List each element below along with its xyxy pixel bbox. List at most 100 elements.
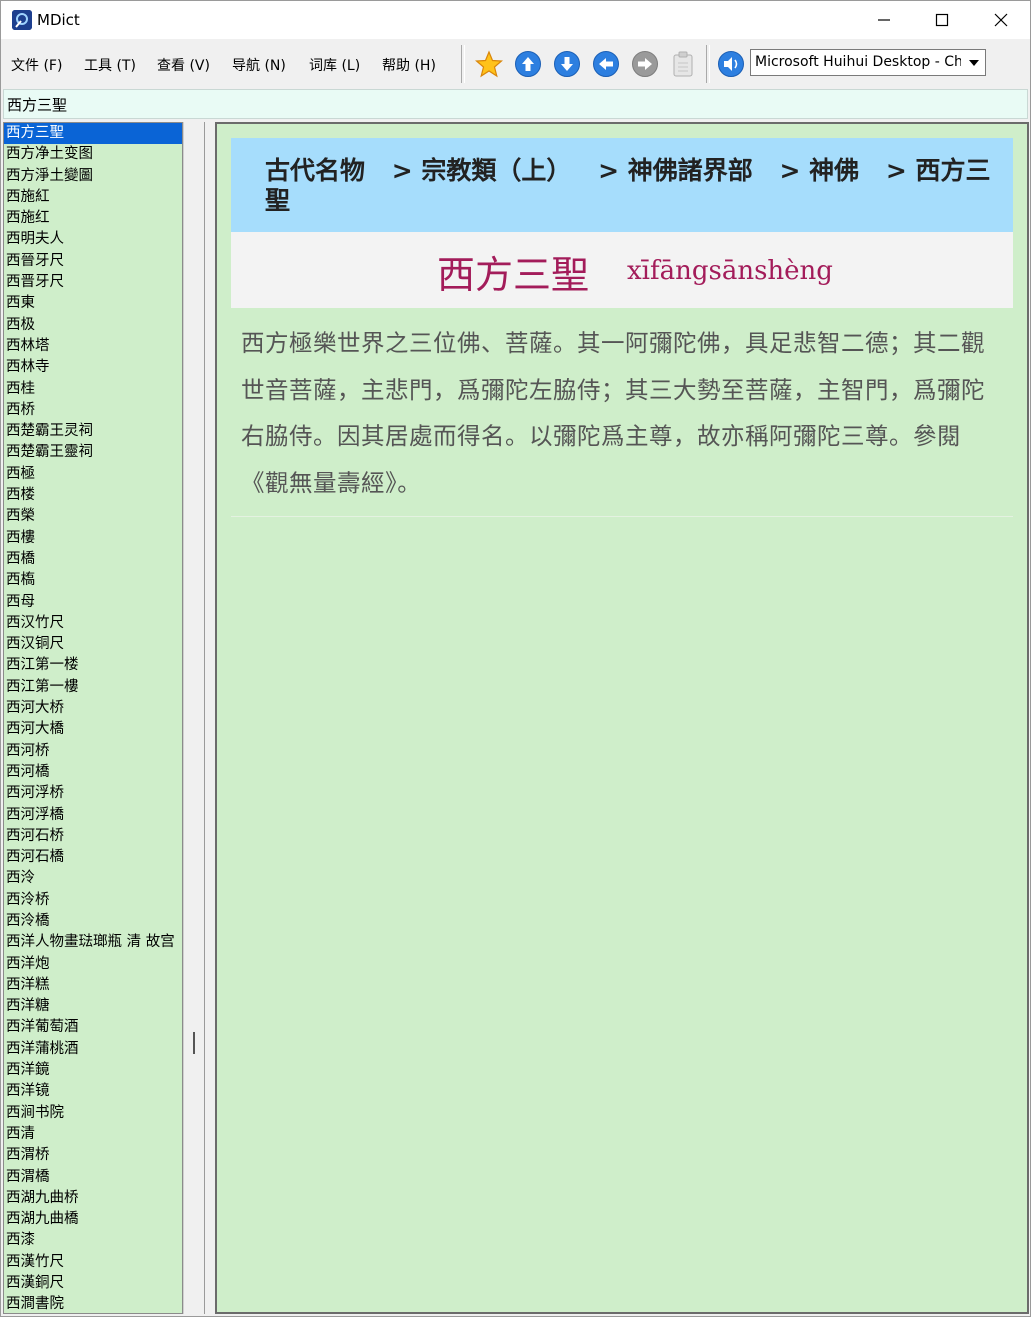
list-item[interactable]: 西楚霸王灵祠 — [4, 421, 182, 442]
list-item[interactable]: 西明夫人 — [4, 229, 182, 250]
previous-word-button[interactable] — [513, 49, 543, 79]
list-item[interactable]: 西河浮桥 — [4, 783, 182, 804]
favorite-button[interactable] — [474, 49, 504, 79]
list-item[interactable]: 西汉铜尺 — [4, 634, 182, 655]
list-item[interactable]: 西湖九曲桥 — [4, 1188, 182, 1209]
arrow-up-icon — [515, 51, 541, 77]
list-item[interactable]: 西泠桥 — [4, 890, 182, 911]
list-item[interactable]: 西洋蒲桃酒 — [4, 1039, 182, 1060]
list-item[interactable]: 西河浮橋 — [4, 805, 182, 826]
pronounce-button[interactable] — [716, 49, 746, 79]
list-item[interactable]: 西泠橋 — [4, 911, 182, 932]
window-title: MDict — [37, 11, 80, 29]
arrow-left-icon — [593, 51, 619, 77]
list-item[interactable]: 西漆 — [4, 1230, 182, 1251]
headword-header: 西方三聖 xīfāngsānshèng — [231, 232, 1013, 308]
close-icon — [994, 13, 1008, 27]
minimize-icon — [878, 19, 890, 21]
menu-library[interactable]: 词库 (L) — [309, 55, 360, 75]
list-item[interactable]: 西漢竹尺 — [4, 1252, 182, 1273]
scrollbar-grip[interactable] — [193, 1032, 195, 1054]
list-item[interactable]: 西晉牙尺 — [4, 251, 182, 272]
list-item[interactable]: 西涧书院 — [4, 1103, 182, 1124]
list-item[interactable]: 西河橋 — [4, 762, 182, 783]
dropdown-button[interactable] — [965, 53, 983, 72]
list-item[interactable]: 西清 — [4, 1124, 182, 1145]
breadcrumb-item[interactable]: 古代名物 — [265, 156, 365, 185]
list-item[interactable]: 西方净土变图 — [4, 144, 182, 165]
list-item[interactable]: 西澗書院 — [4, 1294, 182, 1313]
list-item[interactable]: 西洋糕 — [4, 975, 182, 996]
menu-tools[interactable]: 工具 (T) — [84, 55, 136, 75]
list-item[interactable]: 西槗 — [4, 570, 182, 591]
maximize-icon — [935, 13, 949, 27]
maximize-button[interactable] — [913, 1, 971, 39]
list-item[interactable]: 西桥 — [4, 400, 182, 421]
close-button[interactable] — [972, 1, 1030, 39]
list-item[interactable]: 西渭桥 — [4, 1145, 182, 1166]
breadcrumb-item[interactable]: > 神佛 — [779, 156, 859, 185]
list-item[interactable]: 西橋 — [4, 549, 182, 570]
list-item[interactable]: 西洋人物畫琺瑯瓶 清 故宫 — [4, 932, 182, 953]
list-item[interactable]: 西樓 — [4, 528, 182, 549]
list-item[interactable]: 西洋镜 — [4, 1081, 182, 1102]
app-window: MDict 文件 (F) 工具 (T) 查看 (V) 导航 (N) 词库 (L)… — [0, 0, 1031, 1317]
list-item[interactable]: 西榮 — [4, 506, 182, 527]
list-item[interactable]: 西方淨土變圖 — [4, 166, 182, 187]
clipboard-icon — [673, 51, 693, 77]
menu-help[interactable]: 帮助 (H) — [382, 55, 436, 75]
list-item[interactable]: 西渭橋 — [4, 1167, 182, 1188]
breadcrumb-item[interactable]: > 宗教類（上） — [392, 156, 572, 185]
back-button[interactable] — [591, 49, 621, 79]
list-item[interactable]: 西楚霸王靈祠 — [4, 442, 182, 463]
list-item[interactable]: 西洋葡萄酒 — [4, 1017, 182, 1038]
voice-dictionary-select[interactable]: Microsoft Huihui Desktop - Chinese (Simp… — [750, 49, 986, 76]
search-bar — [3, 89, 1028, 119]
chevron-down-icon — [969, 59, 979, 66]
star-icon — [475, 50, 503, 78]
list-item[interactable]: 西母 — [4, 592, 182, 613]
list-item[interactable]: 西河桥 — [4, 741, 182, 762]
word-list-scrollbar[interactable] — [183, 122, 205, 1314]
list-item[interactable]: 西汉竹尺 — [4, 613, 182, 634]
title-bar[interactable]: MDict — [1, 1, 1030, 39]
search-input[interactable] — [7, 94, 1017, 114]
list-item[interactable]: 西洋炮 — [4, 954, 182, 975]
menu-file[interactable]: 文件 (F) — [11, 55, 62, 75]
word-list[interactable]: 西方三聖 西方净土变图 西方淨土變圖 西施紅 西施红 西明夫人 西晉牙尺 西晋牙尺 西東 西极 西林… — [3, 122, 183, 1314]
menu-navigate[interactable]: 导航 (N) — [232, 55, 286, 75]
list-item[interactable]: 西施红 — [4, 208, 182, 229]
arrow-down-icon — [554, 51, 580, 77]
paste-button[interactable] — [668, 49, 698, 79]
list-item[interactable]: 西極 — [4, 464, 182, 485]
list-item[interactable]: 西漢銅尺 — [4, 1273, 182, 1294]
minimize-button[interactable] — [855, 1, 913, 39]
list-item[interactable]: 西施紅 — [4, 187, 182, 208]
pane-splitter[interactable] — [205, 122, 215, 1314]
list-item[interactable]: 西河石橋 — [4, 847, 182, 868]
list-item[interactable]: 西江第一楼 — [4, 655, 182, 676]
list-item[interactable]: 西河大橋 — [4, 719, 182, 740]
list-item[interactable]: 西湖九曲橋 — [4, 1209, 182, 1230]
menu-view[interactable]: 查看 (V) — [157, 55, 210, 75]
breadcrumb-item[interactable]: > 神佛諸界部 — [598, 156, 753, 185]
pinyin: xīfāngsānshèng — [627, 256, 833, 286]
next-word-button[interactable] — [552, 49, 582, 79]
list-item[interactable]: 西极 — [4, 315, 182, 336]
list-item[interactable]: 西桂 — [4, 379, 182, 400]
list-item[interactable]: 西方三聖 — [4, 123, 182, 145]
list-item[interactable]: 西洋鏡 — [4, 1060, 182, 1081]
entry-pane: 古代名物 > 宗教類（上） > 神佛諸界部 > 神佛 > 西方三聖 西方三聖 x… — [215, 122, 1029, 1314]
list-item[interactable]: 西林寺 — [4, 357, 182, 378]
list-item[interactable]: 西楼 — [4, 485, 182, 506]
list-item[interactable]: 西東 — [4, 293, 182, 314]
list-item[interactable]: 西晋牙尺 — [4, 272, 182, 293]
list-item[interactable]: 西江第一樓 — [4, 677, 182, 698]
list-item[interactable]: 西河大桥 — [4, 698, 182, 719]
list-item[interactable]: 西河石桥 — [4, 826, 182, 847]
forward-button[interactable] — [630, 49, 660, 79]
arrow-right-icon — [632, 51, 658, 77]
list-item[interactable]: 西林塔 — [4, 336, 182, 357]
list-item[interactable]: 西泠 — [4, 868, 182, 889]
list-item[interactable]: 西洋糖 — [4, 996, 182, 1017]
